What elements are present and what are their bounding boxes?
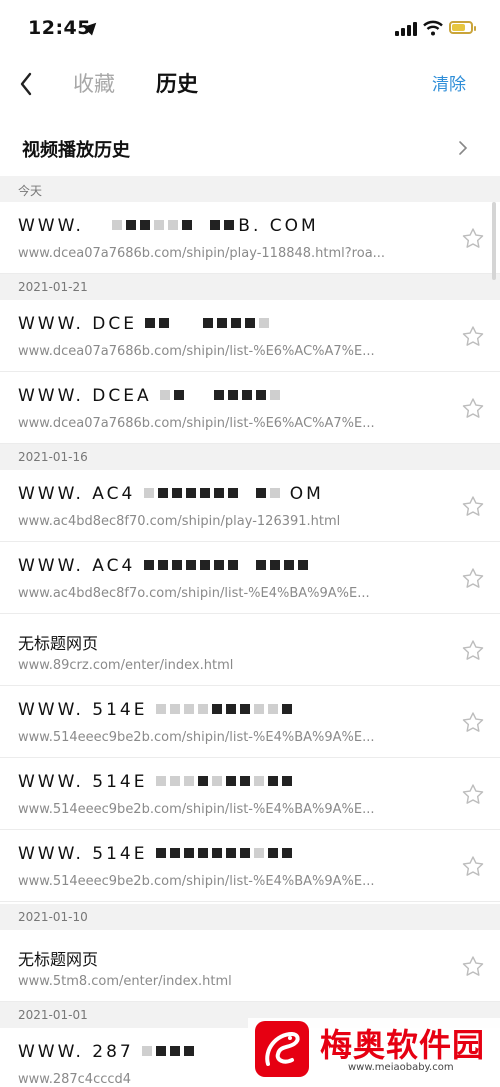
chevron-left-icon[interactable] xyxy=(14,66,44,102)
history-item[interactable]: 无标题网页 www.89crz.com/enter/index.html xyxy=(0,614,500,686)
watermark: 梅奥软件园 www.meiaobaby.com xyxy=(248,1018,500,1082)
item-url: www.514eeec9be2b.com/shipin/list-%E4%BA%… xyxy=(18,874,375,889)
star-outline-icon[interactable] xyxy=(460,638,486,664)
star-outline-icon[interactable] xyxy=(460,396,486,422)
item-title: WWW. DCEA xyxy=(18,386,152,406)
clear-button[interactable]: 清除 xyxy=(432,70,466,95)
history-item[interactable]: WWW. B. COM www.dcea07a7686b.com/shipin/… xyxy=(0,202,500,274)
watermark-url: www.meiaobaby.com xyxy=(348,1062,454,1073)
history-item[interactable]: WWW. 514E www.514eeec9be2b.com/shipin/li… xyxy=(0,758,500,830)
history-item[interactable]: WWW. DCEA www.dcea07a7686b.com/shipin/li… xyxy=(0,372,500,444)
item-title: WWW. 514E xyxy=(18,844,148,864)
item-title: WWW. AC4 xyxy=(18,484,136,504)
item-url: www.dcea07a7686b.com/shipin/play-118848.… xyxy=(18,246,386,261)
history-item[interactable]: WWW. DCE www.dcea07a7686b.com/shipin/lis… xyxy=(0,300,500,372)
item-title: WWW. AC4 xyxy=(18,556,136,576)
status-time: 12:45 xyxy=(28,17,91,39)
star-outline-icon[interactable] xyxy=(460,710,486,736)
item-url: www.514eeec9be2b.com/shipin/list-%E4%BA%… xyxy=(18,802,375,817)
cellular-signal-icon xyxy=(395,22,419,36)
item-title: WWW. xyxy=(18,216,84,236)
item-url: www.dcea07a7686b.com/shipin/list-%E6%AC%… xyxy=(18,416,375,431)
star-outline-icon[interactable] xyxy=(460,954,486,980)
item-url: www.5tm8.com/enter/index.html xyxy=(18,974,232,989)
history-item[interactable]: WWW. 514E www.514eeec9be2b.com/shipin/li… xyxy=(0,686,500,758)
item-title: WWW. 514E xyxy=(18,700,148,720)
watermark-logo xyxy=(255,1021,309,1077)
item-title: WWW. 514E xyxy=(18,772,148,792)
scroll-indicator[interactable] xyxy=(492,202,496,280)
item-title-suffix: B. COM xyxy=(238,216,319,236)
history-item[interactable]: WWW. AC4 OM www.ac4bd8ec8f70.com/shipin/… xyxy=(0,470,500,542)
history-item[interactable]: 无标题网页 www.5tm8.com/enter/index.html xyxy=(0,930,500,1002)
date-header: 2021-01-21 xyxy=(0,274,500,300)
nav-bar: 收藏 历史 清除 xyxy=(0,58,500,110)
status-bar: 12:45 xyxy=(0,0,500,58)
item-title: 无标题网页 xyxy=(18,950,99,969)
star-outline-icon[interactable] xyxy=(460,494,486,520)
history-item[interactable]: WWW. 514E www.514eeec9be2b.com/shipin/li… xyxy=(0,830,500,902)
item-url: www.ac4bd8ec8f70.com/shipin/play-126391.… xyxy=(18,514,341,529)
item-url: www.ac4bd8ec8f7o.com/shipin/list-%E4%BA%… xyxy=(18,586,370,601)
chevron-right-icon xyxy=(459,141,468,155)
tab-history[interactable]: 历史 xyxy=(156,68,198,98)
watermark-name: 梅奥软件园 xyxy=(320,1026,486,1064)
item-title: WWW. DCE xyxy=(18,314,137,334)
item-title: WWW. 287 xyxy=(18,1042,134,1062)
star-outline-icon[interactable] xyxy=(460,854,486,880)
wifi-icon xyxy=(423,20,443,36)
date-header: 2021-01-10 xyxy=(0,904,500,930)
star-outline-icon[interactable] xyxy=(460,566,486,592)
history-item[interactable]: WWW. AC4 www.ac4bd8ec8f7o.com/shipin/lis… xyxy=(0,542,500,614)
item-title-suffix: OM xyxy=(289,484,324,504)
video-history-label: 视频播放历史 xyxy=(22,140,130,161)
item-url: www.514eeec9be2b.com/shipin/list-%E4%BA%… xyxy=(18,730,375,745)
item-title: 无标题网页 xyxy=(18,634,99,653)
battery-charging-icon xyxy=(449,21,476,34)
video-history-link[interactable]: 视频播放历史 xyxy=(0,120,500,176)
item-url: www.287c4cccd4 xyxy=(18,1072,132,1087)
date-header: 今天 xyxy=(0,176,500,202)
star-outline-icon[interactable] xyxy=(460,782,486,808)
item-url: www.89crz.com/enter/index.html xyxy=(18,658,234,673)
item-url: www.dcea07a7686b.com/shipin/list-%E6%AC%… xyxy=(18,344,375,359)
star-outline-icon[interactable] xyxy=(460,324,486,350)
star-outline-icon[interactable] xyxy=(460,226,486,252)
date-header: 2021-01-16 xyxy=(0,444,500,470)
tab-favorites[interactable]: 收藏 xyxy=(73,68,115,98)
